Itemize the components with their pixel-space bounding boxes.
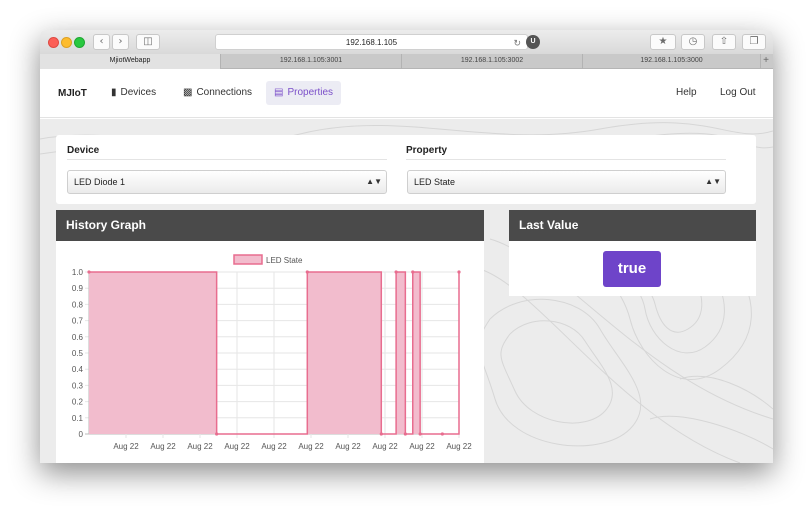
x-tick-label: Aug 22: [409, 442, 435, 451]
data-point: [215, 432, 219, 436]
x-tick-label: Aug 22: [335, 442, 361, 451]
x-tick-label: Aug 22: [446, 442, 472, 451]
x-tick-label: Aug 22: [298, 442, 324, 451]
y-tick-label: 0.8: [72, 300, 84, 309]
x-tick-label: Aug 22: [113, 442, 139, 451]
device-divider: [67, 159, 387, 160]
y-tick-label: 0.2: [72, 398, 84, 407]
nav-connections[interactable]: ▩ Connections: [175, 81, 260, 105]
property-select-value: LED State: [414, 177, 456, 187]
bookmark-icon[interactable]: ★: [650, 34, 676, 50]
property-label: Property: [406, 145, 448, 156]
y-tick-label: 0.7: [72, 317, 84, 326]
y-tick-label: 0.9: [72, 284, 84, 293]
reload-icon[interactable]: ↻: [513, 36, 521, 51]
back-icon[interactable]: ‹: [93, 34, 110, 50]
legend-swatch: [233, 254, 263, 265]
x-tick-label: Aug 22: [372, 442, 398, 451]
history-graph-panel: History Graph 1.0 0.9 0.8 0.7 0.6 0.5 0.4 0.3 0.…: [56, 210, 484, 463]
x-tick-label: Aug 22: [261, 442, 287, 451]
property-divider: [406, 159, 726, 160]
y-tick-label: 0: [79, 430, 84, 439]
history-icon[interactable]: ◷: [681, 34, 705, 50]
sidebar-icon[interactable]: ◫: [136, 34, 160, 50]
y-tick-label: 0.3: [72, 381, 84, 390]
app-navbar: MJIoT ▮ Devices ▩ Connections ▤ Properties …: [40, 70, 773, 118]
tab-port-3000[interactable]: 192.168.1.105:3000: [583, 54, 761, 69]
history-graph-title: History Graph: [56, 210, 484, 241]
forward-icon[interactable]: ›: [112, 34, 129, 50]
data-point: [394, 270, 398, 274]
device-select[interactable]: LED Diode 1 ▲▼: [67, 170, 387, 194]
history-chart: 1.0 0.9 0.8 0.7 0.6 0.5 0.4 0.3 0.2 0.1 0 Aug 22 Aug…: [72, 254, 472, 451]
select-arrows-icon: ▲▼: [366, 177, 382, 186]
last-value-panel: Last Value true: [509, 210, 756, 296]
sitemap-icon: ▩: [183, 87, 193, 98]
legend-label: LED State: [266, 256, 303, 265]
y-tick-label: 0.5: [72, 349, 84, 358]
data-point: [457, 270, 461, 274]
minimize-window-button[interactable]: [61, 37, 72, 48]
browser-window: ‹ › ◫ 192.168.1.105 ↻ U ★ ◷ ⇧ ❐ MjiotWeb…: [40, 30, 773, 463]
data-point: [403, 432, 407, 436]
tabs-overview-icon[interactable]: ❐: [742, 34, 766, 50]
area-chart-icon: ▤: [274, 87, 284, 98]
y-tick-label: 0.1: [72, 414, 84, 423]
close-window-button[interactable]: [48, 37, 59, 48]
tab-mjiot-webapp[interactable]: MjiotWebapp: [40, 54, 221, 69]
ublock-extension-icon[interactable]: U: [526, 35, 540, 49]
device-label: Device: [67, 145, 100, 156]
address-bar[interactable]: 192.168.1.105 ↻: [215, 34, 528, 50]
data-point: [379, 432, 383, 436]
page-content: Device LED Diode 1 ▲▼ Property LED State…: [40, 119, 773, 463]
nav-connections-label: Connections: [196, 87, 253, 98]
tab-port-3002[interactable]: 192.168.1.105:3002: [402, 54, 583, 69]
data-point: [87, 270, 91, 274]
device-icon: ▮: [111, 87, 117, 98]
brand[interactable]: MJIoT: [58, 88, 87, 99]
x-tick-label: Aug 22: [187, 442, 213, 451]
nav-logout[interactable]: Log Out: [712, 81, 764, 105]
data-point: [411, 270, 415, 274]
address-text: 192.168.1.105: [345, 38, 398, 47]
y-tick-label: 1.0: [72, 268, 84, 277]
title-bar: ‹ › ◫ 192.168.1.105 ↻ U ★ ◷ ⇧ ❐: [40, 30, 773, 54]
zoom-window-button[interactable]: [74, 37, 85, 48]
data-point: [418, 432, 422, 436]
device-select-value: LED Diode 1: [74, 177, 126, 187]
nav-properties-label: Properties: [287, 87, 334, 98]
new-tab-icon[interactable]: +: [763, 54, 769, 68]
tab-port-3001[interactable]: 192.168.1.105:3001: [221, 54, 402, 69]
y-tick-label: 0.6: [72, 333, 84, 342]
tab-bar: MjiotWebapp 192.168.1.105:3001 192.168.1…: [40, 54, 773, 69]
nav-properties[interactable]: ▤ Properties: [266, 81, 342, 105]
share-icon[interactable]: ⇧: [712, 34, 736, 50]
nav-help[interactable]: Help: [668, 81, 705, 105]
nav-devices[interactable]: ▮ Devices: [103, 81, 164, 105]
property-select[interactable]: LED State ▲▼: [407, 170, 726, 194]
last-value-badge: true: [603, 251, 661, 287]
data-point: [440, 432, 444, 436]
x-tick-label: Aug 22: [224, 442, 250, 451]
device-property-form: Device LED Diode 1 ▲▼ Property LED State…: [56, 135, 756, 204]
select-arrows-icon: ▲▼: [705, 177, 721, 186]
y-tick-label: 0.4: [72, 365, 84, 374]
last-value-title: Last Value: [509, 210, 756, 241]
nav-devices-label: Devices: [120, 87, 157, 98]
data-point: [305, 270, 309, 274]
x-tick-label: Aug 22: [150, 442, 176, 451]
